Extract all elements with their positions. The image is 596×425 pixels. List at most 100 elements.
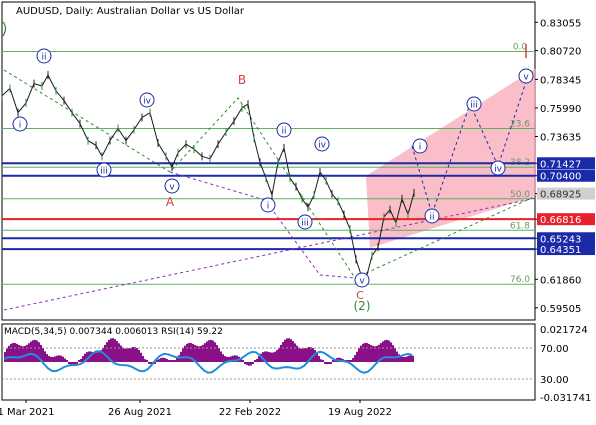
fibonacci-level-label: 76.0 bbox=[510, 275, 530, 285]
macd-bar bbox=[390, 342, 392, 362]
wave-label-2: (2) bbox=[354, 299, 371, 313]
macd-bar bbox=[214, 342, 216, 362]
chart: AUDUSD, Daily: Australian Dollar vs US D… bbox=[0, 0, 596, 425]
macd-bar bbox=[410, 355, 412, 362]
macd-bar bbox=[22, 346, 24, 362]
macd-bar bbox=[68, 362, 70, 364]
y-tick-label: 0.78345 bbox=[540, 75, 581, 86]
macd-bar bbox=[160, 358, 162, 362]
forecast-label-iv: iv bbox=[494, 165, 503, 175]
macd-bar bbox=[44, 351, 46, 362]
macd-bar bbox=[142, 355, 144, 362]
macd-bar bbox=[266, 351, 268, 362]
macd-bar bbox=[306, 347, 308, 362]
macd-bar bbox=[24, 345, 26, 362]
wave-label-v-2: v bbox=[359, 277, 365, 287]
macd-bar bbox=[352, 358, 354, 362]
macd-bar bbox=[298, 347, 300, 362]
wave-label-ii-2: ii bbox=[281, 127, 286, 137]
macd-bar bbox=[166, 359, 168, 362]
macd-bar bbox=[134, 347, 136, 362]
macd-bar bbox=[172, 360, 174, 362]
indicator-title: MACD(5,34,5) 0.007344 0.006013 RSI(14) 5… bbox=[4, 327, 223, 337]
macd-bar bbox=[274, 351, 276, 362]
macd-bar bbox=[12, 342, 14, 362]
wave-label-B: B bbox=[238, 73, 246, 87]
macd-bar bbox=[246, 362, 248, 365]
macd-bar bbox=[248, 362, 250, 366]
macd-bar bbox=[270, 352, 272, 362]
macd-bar bbox=[268, 352, 270, 362]
macd-bar bbox=[126, 348, 128, 362]
macd-bar bbox=[54, 356, 56, 362]
macd-bar bbox=[98, 351, 100, 362]
macd-bar bbox=[208, 340, 210, 362]
macd-bar bbox=[216, 345, 218, 362]
macd-bar bbox=[250, 362, 252, 366]
macd-bar bbox=[30, 341, 32, 362]
macd-bar bbox=[326, 362, 328, 365]
macd-bar bbox=[332, 360, 334, 362]
macd-bar bbox=[292, 341, 294, 362]
macd-bar bbox=[50, 356, 52, 362]
indicator-y-tick-label: 0.021724 bbox=[540, 325, 588, 336]
macd-bar bbox=[144, 359, 146, 362]
macd-bar bbox=[302, 348, 304, 362]
macd-bar bbox=[350, 360, 352, 362]
trend-line-purple bbox=[3, 197, 537, 311]
fibonacci-level-label: 50.0 bbox=[510, 190, 530, 200]
forecast-label-v: v bbox=[523, 73, 529, 83]
macd-bar bbox=[218, 348, 220, 362]
macd-bar bbox=[356, 351, 358, 362]
wave-label-iii: iii bbox=[100, 167, 108, 177]
macd-bar bbox=[60, 355, 62, 362]
macd-bar bbox=[188, 342, 190, 362]
macd-bar bbox=[286, 338, 288, 362]
x-tick-label: 22 Feb 2022 bbox=[219, 407, 281, 418]
fibonacci-level-label: 0.0 bbox=[513, 42, 528, 52]
macd-bar bbox=[358, 348, 360, 362]
y-tick-label: 0.83055 bbox=[540, 18, 581, 29]
macd-bar bbox=[128, 348, 130, 362]
macd-bar bbox=[280, 344, 282, 362]
macd-bar bbox=[272, 352, 274, 362]
macd-bar bbox=[290, 339, 292, 362]
y-tick-label: 0.80720 bbox=[540, 47, 581, 58]
current-price-label: 0.68925 bbox=[540, 190, 581, 201]
macd-bar bbox=[300, 348, 302, 362]
macd-bar bbox=[168, 360, 170, 362]
macd-bar bbox=[78, 360, 80, 362]
y-tick-label: 0.66816 bbox=[540, 215, 581, 226]
macd-bar bbox=[182, 348, 184, 362]
y-tick-label: 0.59505 bbox=[540, 304, 581, 315]
macd-bar bbox=[372, 345, 374, 362]
macd-bar bbox=[404, 356, 406, 362]
macd-bar bbox=[324, 362, 326, 364]
macd-bar bbox=[360, 345, 362, 362]
macd-bar bbox=[374, 346, 376, 362]
macd-bar bbox=[48, 356, 50, 362]
macd-bar bbox=[386, 339, 388, 362]
macd-bar bbox=[148, 362, 150, 364]
macd-bar bbox=[8, 345, 10, 362]
macd-bar bbox=[294, 343, 296, 362]
macd-bar bbox=[388, 340, 390, 362]
macd-bar bbox=[284, 339, 286, 362]
macd-bar bbox=[34, 339, 36, 362]
macd-bar bbox=[224, 356, 226, 362]
macd-bar bbox=[116, 341, 118, 362]
macd-bar bbox=[36, 340, 38, 362]
macd-bar bbox=[112, 338, 114, 362]
macd-bar bbox=[320, 359, 322, 362]
macd-bar bbox=[366, 343, 368, 362]
macd-bar bbox=[288, 338, 290, 362]
indicator-y-tick-label: -0.031741 bbox=[540, 393, 591, 404]
audusd-chart-svg: AUDUSD, Daily: Australian Dollar vs US D… bbox=[0, 1, 595, 418]
macd-bar bbox=[164, 358, 166, 362]
macd-bar bbox=[364, 342, 366, 362]
macd-bar bbox=[318, 356, 320, 362]
macd-bar bbox=[26, 344, 28, 362]
macd-bar bbox=[258, 356, 260, 362]
x-tick-label: 1 Mar 2021 bbox=[0, 407, 55, 418]
wave-label-i-2: i bbox=[267, 202, 270, 212]
